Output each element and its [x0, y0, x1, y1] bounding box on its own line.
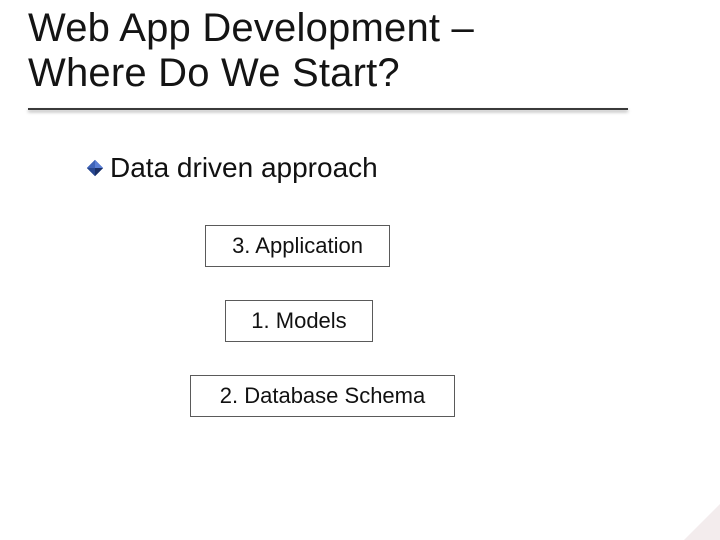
title-line-1: Web App Development – — [28, 6, 474, 51]
title-line-2: Where Do We Start? — [28, 51, 474, 96]
bullet-item: Data driven approach — [86, 152, 378, 184]
box-application: 3. Application — [205, 225, 390, 267]
slide-title: Web App Development – Where Do We Start? — [28, 6, 474, 96]
bullet-text: Data driven approach — [110, 152, 378, 184]
corner-accent-icon — [684, 504, 720, 540]
slide: Web App Development – Where Do We Start?… — [0, 0, 720, 540]
box-schema-label: 2. Database Schema — [220, 383, 425, 409]
box-models: 1. Models — [225, 300, 373, 342]
title-underline — [28, 108, 628, 110]
box-schema: 2. Database Schema — [190, 375, 455, 417]
diamond-bullet-icon — [86, 159, 104, 177]
box-application-label: 3. Application — [232, 233, 363, 259]
box-models-label: 1. Models — [251, 308, 346, 334]
